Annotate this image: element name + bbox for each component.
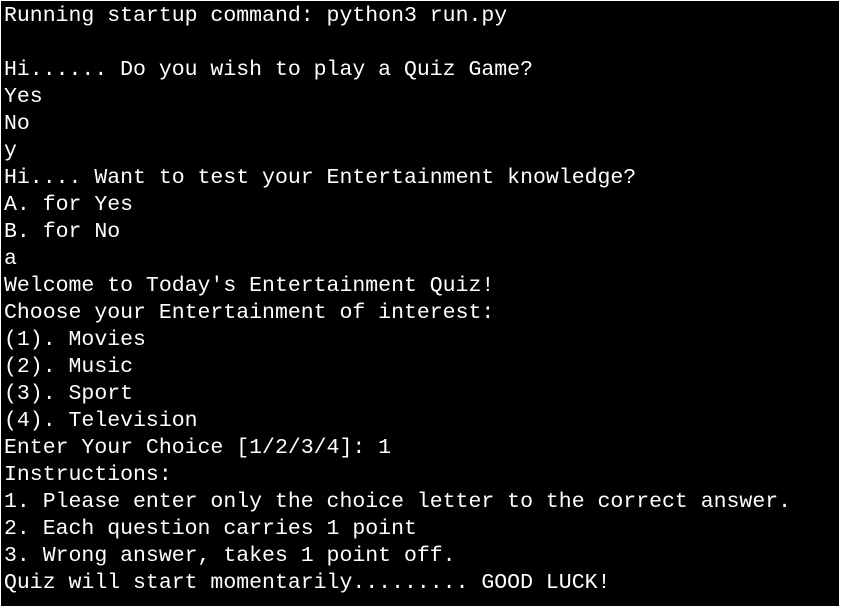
category-option-line: (2). Music: [4, 355, 134, 379]
instruction-line: 2. Each question carries 1 point: [4, 517, 417, 541]
option-no-line: No: [4, 112, 30, 136]
entertainment-prompt-line: Hi.... Want to test your Entertainment k…: [4, 166, 637, 190]
play-quiz-prompt-line: Hi...... Do you wish to play a Quiz Game…: [4, 58, 533, 82]
terminal-output: Running startup command: python3 run.py …: [4, 3, 791, 597]
instruction-line: 3. Wrong answer, takes 1 point off.: [4, 544, 456, 568]
startup-command-line: Running startup command: python3 run.py: [4, 4, 508, 28]
user-input-line: y: [4, 139, 17, 163]
option-b-line: B. for No: [4, 220, 121, 244]
category-option-line: (3). Sport: [4, 382, 134, 406]
choice-input-line: Enter Your Choice [1/2/3/4]: 1: [4, 436, 392, 460]
instruction-line: 1. Please enter only the choice letter t…: [4, 490, 792, 514]
terminal-window: Running startup command: python3 run.py …: [0, 0, 841, 607]
instructions-heading-line: Instructions:: [4, 463, 172, 487]
category-option-line: (1). Movies: [4, 328, 146, 352]
category-option-line: (4). Television: [4, 409, 198, 433]
quiz-start-line: Quiz will start momentarily......... GOO…: [4, 571, 611, 595]
terminal-screen[interactable]: Running startup command: python3 run.py …: [1, 1, 839, 606]
option-a-line: A. for Yes: [4, 193, 134, 217]
choose-category-line: Choose your Entertainment of interest:: [4, 301, 495, 325]
option-yes-line: Yes: [4, 85, 43, 109]
user-input-line: a: [4, 247, 17, 271]
welcome-line: Welcome to Today's Entertainment Quiz!: [4, 274, 495, 298]
